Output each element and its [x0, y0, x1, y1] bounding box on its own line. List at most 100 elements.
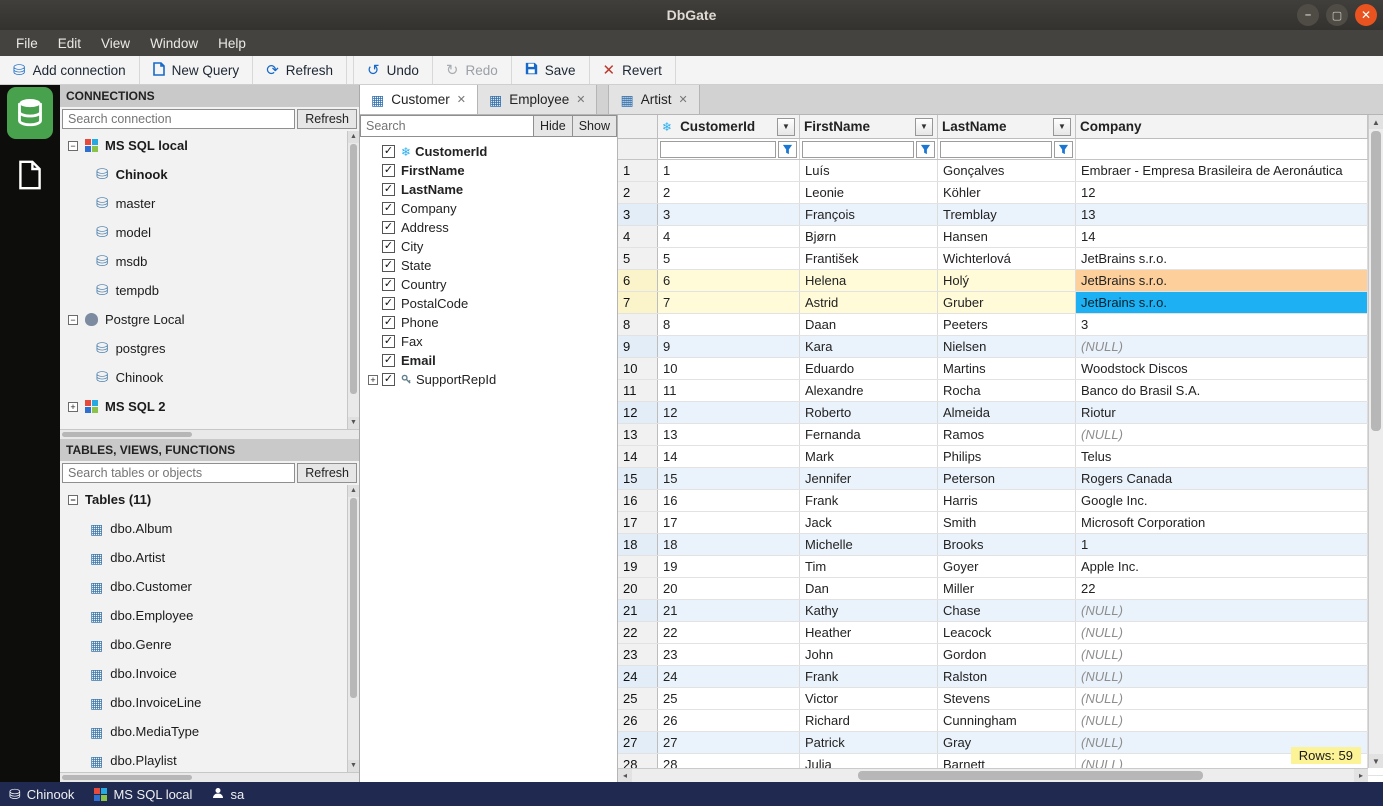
row-number[interactable]: 27: [618, 732, 658, 753]
grid-cell[interactable]: (NULL): [1076, 622, 1368, 643]
grid-cell[interactable]: Harris: [938, 490, 1076, 511]
scroll-down-icon[interactable]: ▼: [348, 760, 359, 772]
grid-cell[interactable]: Mark: [800, 446, 938, 467]
connection-item-tempdb[interactable]: ⛁ tempdb: [60, 276, 347, 305]
grid-cell[interactable]: (NULL): [1076, 424, 1368, 445]
row-number[interactable]: 13: [618, 424, 658, 445]
grid-cell[interactable]: Victor: [800, 688, 938, 709]
grid-cell[interactable]: 18: [658, 534, 800, 555]
row-number[interactable]: 18: [618, 534, 658, 555]
menu-item-edit[interactable]: Edit: [48, 33, 91, 54]
grid-cell[interactable]: Goyer: [938, 556, 1076, 577]
row-number[interactable]: 7: [618, 292, 658, 313]
grid-cell[interactable]: 16: [658, 490, 800, 511]
tab-artist[interactable]: ▦ Artist ✕: [608, 85, 700, 114]
grid-cell[interactable]: Alexandre: [800, 380, 938, 401]
grid-cell[interactable]: 5: [658, 248, 800, 269]
grid-cell[interactable]: 4: [658, 226, 800, 247]
grid-cell[interactable]: Frank: [800, 666, 938, 687]
column-checkbox[interactable]: ✓: [382, 183, 395, 196]
save-button[interactable]: Save: [512, 56, 590, 84]
filter-icon[interactable]: [1054, 140, 1073, 158]
table-item-dbo-artist[interactable]: ▦ dbo.Artist: [60, 543, 347, 572]
close-button[interactable]: ✕: [1355, 4, 1377, 26]
connection-item-chinook[interactable]: ⛁ Chinook: [60, 363, 347, 392]
grid-cell[interactable]: Tim: [800, 556, 938, 577]
scroll-thumb[interactable]: [350, 498, 357, 698]
grid-cell[interactable]: 20: [658, 578, 800, 599]
tables-hscrollbar[interactable]: [60, 772, 359, 782]
scroll-thumb[interactable]: [858, 771, 1203, 780]
column-item-lastname[interactable]: ✓ LastName: [360, 180, 617, 199]
grid-cell[interactable]: Nielsen: [938, 336, 1076, 357]
grid-cell[interactable]: Rogers Canada: [1076, 468, 1368, 489]
grid-cell[interactable]: 22: [658, 622, 800, 643]
connections-hscrollbar[interactable]: [60, 429, 359, 439]
grid-cell[interactable]: Helena: [800, 270, 938, 291]
grid-cell[interactable]: Brooks: [938, 534, 1076, 555]
column-item-country[interactable]: ✓ Country: [360, 275, 617, 294]
column-item-firstname[interactable]: ✓ FirstName: [360, 161, 617, 180]
grid-cell[interactable]: Cunningham: [938, 710, 1076, 731]
table-item-dbo-invoiceline[interactable]: ▦ dbo.InvoiceLine: [60, 688, 347, 717]
column-header-lastname[interactable]: LastName ▼: [938, 115, 1076, 138]
filter-input[interactable]: [802, 140, 914, 158]
column-item-email[interactable]: ✓ Email: [360, 351, 617, 370]
grid-cell[interactable]: Patrick: [800, 732, 938, 753]
menu-item-view[interactable]: View: [91, 33, 140, 54]
grid-cell[interactable]: Dan: [800, 578, 938, 599]
grid-cell[interactable]: Astrid: [800, 292, 938, 313]
collapse-icon[interactable]: −: [68, 494, 78, 505]
row-number[interactable]: 10: [618, 358, 658, 379]
scroll-up-icon[interactable]: ▲: [348, 131, 359, 143]
close-icon[interactable]: ✕: [678, 93, 687, 106]
row-number[interactable]: 4: [618, 226, 658, 247]
close-icon[interactable]: ✕: [457, 93, 466, 106]
row-number[interactable]: 3: [618, 204, 658, 225]
table-item-dbo-playlist[interactable]: ▦ dbo.Playlist: [60, 746, 347, 772]
scroll-right-icon[interactable]: ▸: [1354, 769, 1368, 782]
column-dropdown[interactable]: ▼: [915, 117, 933, 136]
column-checkbox[interactable]: ✓: [382, 240, 395, 253]
connection-item-chinook[interactable]: ⛁ Chinook: [60, 160, 347, 189]
row-number[interactable]: 24: [618, 666, 658, 687]
grid-cell[interactable]: 21: [658, 600, 800, 621]
grid-cell[interactable]: Peterson: [938, 468, 1076, 489]
grid-cell[interactable]: (NULL): [1076, 644, 1368, 665]
tables-refresh-button[interactable]: Refresh: [297, 463, 357, 483]
grid-cell[interactable]: 24: [658, 666, 800, 687]
grid-cell[interactable]: John: [800, 644, 938, 665]
grid-cell[interactable]: Leonie: [800, 182, 938, 203]
maximize-button[interactable]: ▢: [1326, 4, 1348, 26]
tables-search-input[interactable]: [62, 463, 296, 483]
grid-cell[interactable]: Smith: [938, 512, 1076, 533]
table-item-dbo-customer[interactable]: ▦ dbo.Customer: [60, 572, 347, 601]
grid-cell[interactable]: (NULL): [1076, 336, 1368, 357]
connection-item-ms-sql-2[interactable]: + MS SQL 2: [60, 392, 347, 421]
column-header-firstname[interactable]: FirstName ▼: [800, 115, 938, 138]
column-item-fax[interactable]: ✓ Fax: [360, 332, 617, 351]
grid-cell[interactable]: Bjørn: [800, 226, 938, 247]
scroll-up-icon[interactable]: ▲: [1369, 115, 1383, 129]
column-checkbox[interactable]: ✓: [382, 202, 395, 215]
grid-cell[interactable]: 9: [658, 336, 800, 357]
column-dropdown[interactable]: ▼: [1053, 117, 1071, 136]
tab-customer[interactable]: ▦ Customer ✕: [360, 85, 478, 114]
column-item-supportrepid[interactable]: + ✓ SupportRepId: [360, 370, 617, 389]
column-item-city[interactable]: ✓ City: [360, 237, 617, 256]
column-checkbox[interactable]: ✓: [382, 164, 395, 177]
grid-cell[interactable]: 25: [658, 688, 800, 709]
row-number[interactable]: 2: [618, 182, 658, 203]
add-connection-button[interactable]: ⛁ Add connection: [0, 56, 140, 84]
scroll-left-icon[interactable]: ◂: [618, 769, 632, 782]
column-item-address[interactable]: ✓ Address: [360, 218, 617, 237]
grid-cell[interactable]: Heather: [800, 622, 938, 643]
grid-cell[interactable]: Frank: [800, 490, 938, 511]
grid-cell[interactable]: Embraer - Empresa Brasileira de Aeronáut…: [1076, 160, 1368, 181]
grid-cell[interactable]: JetBrains s.r.o.: [1076, 248, 1368, 269]
grid-vertical-scrollbar[interactable]: ▲ ▼: [1368, 115, 1383, 768]
grid-cell[interactable]: 12: [1076, 182, 1368, 203]
column-checkbox[interactable]: ✓: [382, 297, 395, 310]
tables-scrollbar[interactable]: ▲ ▼: [347, 485, 359, 772]
row-number[interactable]: 17: [618, 512, 658, 533]
